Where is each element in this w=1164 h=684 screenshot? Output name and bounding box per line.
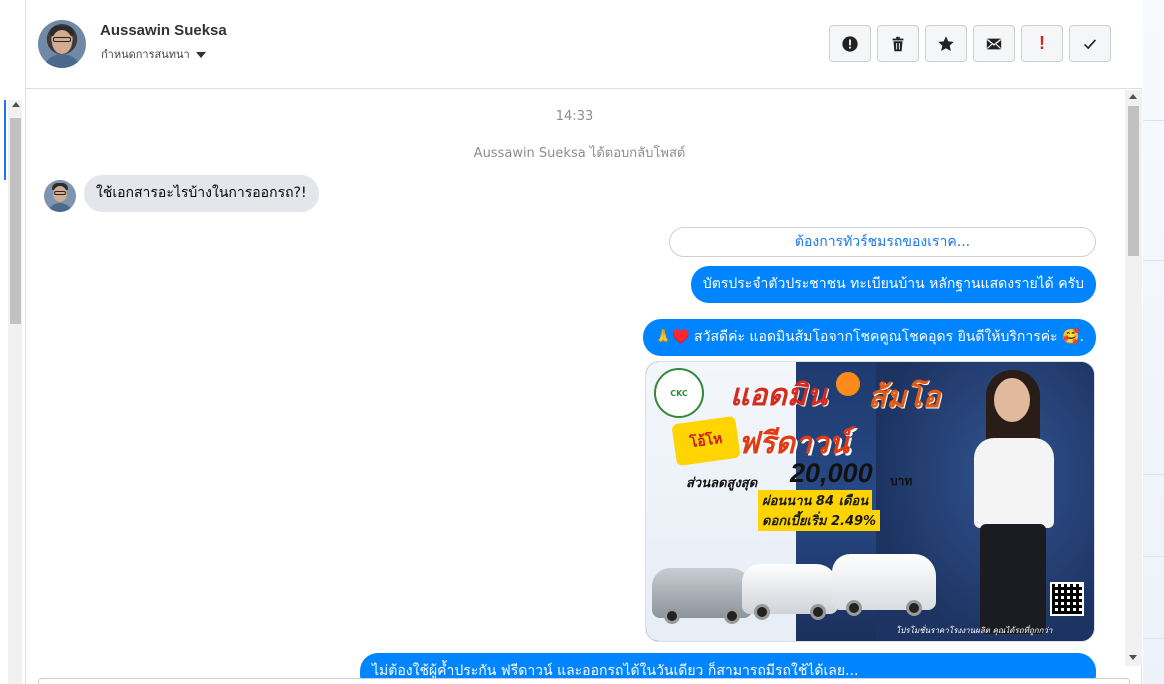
done-button[interactable] (1069, 25, 1111, 62)
quick-reply-button[interactable]: ต้องการทัวร์ชมรถของเราค... (669, 227, 1096, 257)
user-name[interactable]: Aussawin Sueksa (100, 22, 227, 39)
sender-avatar[interactable] (44, 180, 76, 212)
conversation-panel: Aussawin Sueksa กำหนดการสนทนา ! 14:33 Au… (25, 0, 1142, 684)
message-composer[interactable] (38, 678, 1130, 684)
conversation-header: Aussawin Sueksa กำหนดการสนทนา ! (26, 0, 1142, 89)
star-icon (938, 35, 954, 51)
outer-scrollbar[interactable] (0, 0, 26, 684)
check-icon (1084, 38, 1097, 49)
outgoing-message: บัตรประจำตัวประชาชน ทะเบียนบ้าน หลักฐานแ… (690, 266, 1096, 303)
qr-code-icon (1050, 582, 1084, 616)
outer-scroll-up-icon[interactable] (12, 102, 20, 107)
delete-button[interactable] (877, 25, 919, 62)
outgoing-message: 🙏♥️ สวัสดีค่ะ แอดมินส้มโอจากโชคคูณโชคอุด… (642, 319, 1096, 356)
inbox-window: Aussawin Sueksa กำหนดการสนทนา ! 14:33 Au… (0, 0, 1164, 684)
message-list[interactable]: 14:33 Aussawin Sueksa ได้ตอบกลับโพสต์ ใช… (26, 90, 1123, 684)
right-sidebar-edge (1143, 0, 1164, 684)
promo-months: ผ่อนนาน 84 เดือน (758, 490, 873, 511)
avatar[interactable] (38, 20, 86, 68)
promo-footer: โปรโมชั่นราคาโรงงานผลิต คุณได้รถที่ถูกกว… (896, 626, 1053, 635)
important-button[interactable]: ! (1021, 25, 1063, 62)
car-truck-icon (832, 554, 936, 616)
promo-discount-label: ส่วนลดสูงสุด (686, 476, 758, 491)
conversation-toolbar: ! (829, 25, 1111, 62)
incoming-message: ใช้เอกสารอะไรบ้างในการออกรถ?! (84, 175, 319, 212)
promo-title-admin: แอดมิน (730, 379, 828, 412)
promo-baht: บาท (890, 474, 913, 488)
exclamation-icon: ! (1039, 33, 1045, 53)
assign-label: กำหนดการสนทนา (101, 48, 190, 61)
trash-icon (892, 36, 904, 51)
promo-model-figure (964, 368, 1064, 638)
dealer-logo: CKC (654, 368, 704, 418)
scroll-down-icon[interactable] (1129, 655, 1137, 660)
assign-conversation-dropdown[interactable]: กำหนดการสนทนา (101, 45, 206, 63)
caret-down-icon (195, 51, 206, 58)
scroll-thumb[interactable] (1128, 106, 1139, 256)
envelope-icon (986, 38, 1002, 49)
scroll-up-icon[interactable] (1129, 94, 1137, 99)
mark-unread-button[interactable] (973, 25, 1015, 62)
star-button[interactable] (925, 25, 967, 62)
car-pickup-icon (742, 564, 838, 620)
promo-rate: ดอกเบี้ยเริ่ม 2.49% (758, 510, 881, 531)
selected-indicator (4, 100, 6, 180)
car-sedan-icon (652, 568, 752, 624)
exclamation-circle-icon (842, 35, 858, 52)
message-timestamp: 14:33 (555, 109, 594, 124)
orange-icon (836, 372, 860, 396)
promo-title-som: ส้มโอ (868, 381, 941, 414)
promo-image[interactable]: CKC แอดมิน ส้มโอ โอ้โห ฟรีดาวน์ ส่วนลดสู… (645, 361, 1095, 642)
report-button[interactable] (829, 25, 871, 62)
message-scrollbar[interactable] (1125, 90, 1142, 666)
promo-amount: 20,000 (790, 458, 873, 488)
promo-burst-badge: โอ้โห (671, 415, 741, 467)
outer-scroll-thumb[interactable] (10, 118, 21, 324)
replied-to-post-notice: Aussawin Sueksa ได้ตอบกลับโพสต์ (473, 146, 686, 161)
